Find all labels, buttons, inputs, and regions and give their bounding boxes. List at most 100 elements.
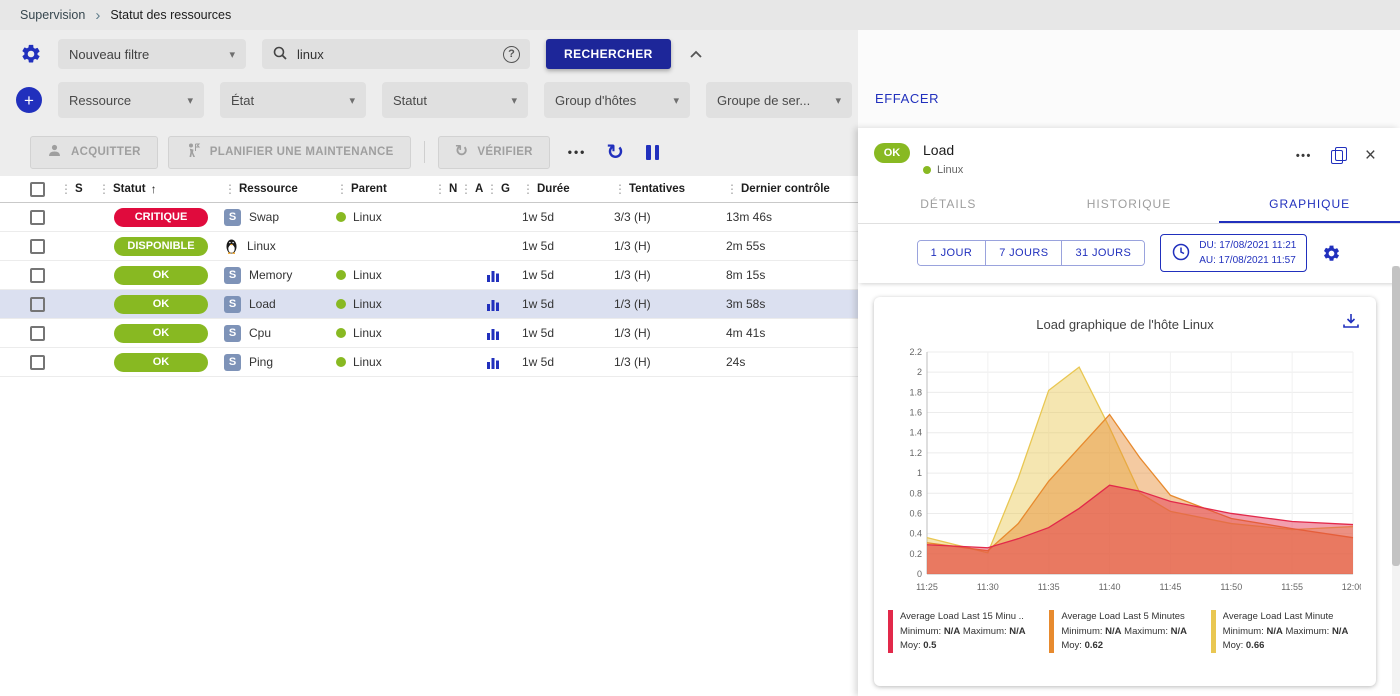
- clock-icon: [1171, 242, 1191, 265]
- legend-max-value: N/A: [1171, 626, 1187, 637]
- clear-filters-button[interactable]: EFFACER: [875, 91, 939, 106]
- criteria-servicegroup-select[interactable]: Groupe de ser...▾: [706, 82, 852, 118]
- column-header-parent[interactable]: Parent: [336, 182, 434, 196]
- more-actions-icon[interactable]: •••: [568, 145, 587, 159]
- legend-avg-value: 0.66: [1246, 640, 1265, 651]
- criteria-state-select[interactable]: État▾: [220, 82, 366, 118]
- breadcrumb-item-supervision[interactable]: Supervision: [20, 8, 85, 22]
- column-header-duration[interactable]: Durée: [522, 182, 614, 196]
- column-header-status[interactable]: Statut↑: [98, 182, 224, 196]
- panel-scrollbar[interactable]: [1392, 266, 1400, 694]
- row-checkbox[interactable]: [30, 355, 45, 370]
- legend-min-value: N/A: [1105, 626, 1121, 637]
- row-checkbox[interactable]: [30, 297, 45, 312]
- table-row[interactable]: CRITIQUE S Swap Linux 1w 5d 3/3 (H) 13m …: [0, 203, 858, 232]
- column-header-g[interactable]: G: [486, 182, 522, 196]
- service-type-chip: S: [224, 296, 241, 313]
- panel-more-icon[interactable]: •••: [1296, 150, 1312, 162]
- penguin-icon: [224, 238, 239, 254]
- add-criteria-button[interactable]: +: [16, 87, 42, 113]
- column-header-severity[interactable]: S: [60, 182, 98, 196]
- column-header-tries[interactable]: Tentatives: [614, 182, 726, 196]
- maintenance-icon: [185, 143, 201, 161]
- legend-color-bar: [1211, 610, 1216, 653]
- row-checkbox[interactable]: [30, 326, 45, 341]
- row-checkbox[interactable]: [30, 268, 45, 283]
- filter-settings-gear-icon[interactable]: [20, 43, 42, 65]
- close-icon[interactable]: ×: [1365, 146, 1376, 165]
- tries-cell: 3/3 (H): [614, 210, 726, 224]
- legend-avg-value: 0.5: [923, 640, 936, 651]
- graph-icon[interactable]: [486, 327, 500, 340]
- panel-tab[interactable]: GRAPHIQUE: [1219, 185, 1400, 223]
- panel-tab[interactable]: DÉTAILS: [858, 185, 1039, 223]
- chart-legend: Average Load Last 15 Minu .. Minimum: N/…: [886, 606, 1364, 664]
- legend-item: Average Load Last Minute Minimum: N/A Ma…: [1211, 610, 1362, 654]
- criteria-hostgroup-select[interactable]: Group d'hôtes▾: [544, 82, 690, 118]
- table-row[interactable]: OK S Cpu Linux 1w 5d 1/3 (H) 4m 41s: [0, 319, 858, 348]
- resource-details-panel: OK Load Linux ••• × DÉTAILS HISTORIQUE G…: [858, 128, 1400, 696]
- resource-name: Load: [249, 297, 276, 311]
- svg-text:1.6: 1.6: [909, 408, 922, 418]
- table-row[interactable]: OK S Memory Linux 1w 5d 1/3 (H) 8m 15s: [0, 261, 858, 290]
- table-row[interactable]: OK S Ping Linux 1w 5d 1/3 (H) 24s: [0, 348, 858, 377]
- collapse-filters-chevron-up-icon[interactable]: [689, 47, 703, 62]
- tries-cell: 1/3 (H): [614, 326, 726, 340]
- last-check-cell: 8m 15s: [726, 268, 858, 282]
- legend-min-label: Minimum:: [900, 626, 941, 637]
- check-button[interactable]: ↻ VÉRIFIER: [438, 136, 550, 169]
- plan-maintenance-button[interactable]: PLANIFIER UNE MAINTENANCE: [168, 136, 411, 169]
- status-badge: DISPONIBLE: [114, 237, 208, 256]
- custom-date-range[interactable]: DU: 17/08/2021 11:21 AU: 17/08/2021 11:5…: [1160, 234, 1307, 272]
- search-button[interactable]: RECHERCHER: [546, 39, 671, 69]
- parent-status-dot: [336, 270, 346, 280]
- panel-host-name: Linux: [937, 164, 963, 176]
- saved-filter-select[interactable]: Nouveau filtre ▾: [58, 39, 246, 69]
- criteria-resource-select[interactable]: Ressource▾: [58, 82, 204, 118]
- chevron-down-icon: ▾: [229, 48, 235, 61]
- legend-min-value: N/A: [1266, 626, 1282, 637]
- graph-icon[interactable]: [486, 298, 500, 311]
- range-7-days-button[interactable]: 7 JOURS: [986, 241, 1062, 265]
- criteria-status-select[interactable]: Statut▾: [382, 82, 528, 118]
- svg-text:11:35: 11:35: [1038, 582, 1060, 592]
- scrollbar-thumb[interactable]: [1392, 266, 1400, 566]
- range-1-day-button[interactable]: 1 JOUR: [918, 241, 987, 265]
- parent-cell: Linux: [336, 326, 434, 340]
- column-header-resource[interactable]: Ressource: [224, 182, 336, 196]
- search-box[interactable]: ?: [262, 39, 530, 69]
- row-checkbox[interactable]: [30, 239, 45, 254]
- column-header-last-check[interactable]: Dernier contrôle: [726, 182, 858, 196]
- range-31-days-button[interactable]: 31 JOURS: [1062, 241, 1144, 265]
- copy-link-icon[interactable]: [1331, 147, 1346, 164]
- service-type-chip: S: [224, 325, 241, 342]
- table-row[interactable]: DISPONIBLE Linux 1w 5d 1/3 (H) 2m 55s: [0, 232, 858, 261]
- pause-icon[interactable]: [646, 145, 659, 160]
- status-badge: CRITIQUE: [114, 208, 208, 227]
- status-badge: OK: [114, 295, 208, 314]
- graph-settings-gear-icon[interactable]: [1322, 244, 1341, 263]
- panel-title: Load: [923, 142, 963, 158]
- breadcrumb: Supervision › Statut des ressources: [0, 0, 1400, 30]
- acknowledge-button[interactable]: ACQUITTER: [30, 136, 158, 169]
- column-header-n[interactable]: N: [434, 182, 460, 196]
- person-icon: [47, 143, 62, 161]
- download-icon[interactable]: [1342, 313, 1360, 332]
- svg-text:0.6: 0.6: [909, 508, 922, 518]
- panel-tab[interactable]: HISTORIQUE: [1039, 185, 1220, 223]
- parent-cell: Linux: [336, 210, 434, 224]
- select-all-checkbox[interactable]: [30, 182, 45, 197]
- svg-text:1.8: 1.8: [909, 387, 922, 397]
- parent-name: Linux: [353, 297, 382, 311]
- row-checkbox[interactable]: [30, 210, 45, 225]
- graph-icon[interactable]: [486, 356, 500, 369]
- table-row[interactable]: OK S Load Linux 1w 5d 1/3 (H) 3m 58s: [0, 290, 858, 319]
- refresh-icon[interactable]: ↻: [606, 142, 624, 163]
- search-input[interactable]: [297, 47, 494, 62]
- help-icon[interactable]: ?: [503, 46, 520, 63]
- load-chart: 00.20.40.60.811.21.41.61.822.211:2511:30…: [889, 338, 1361, 606]
- graph-icon[interactable]: [486, 269, 500, 282]
- column-header-a[interactable]: A: [460, 182, 486, 196]
- date-from: DU: 17/08/2021 11:21: [1199, 238, 1296, 253]
- legend-avg-label: Moy:: [900, 640, 921, 651]
